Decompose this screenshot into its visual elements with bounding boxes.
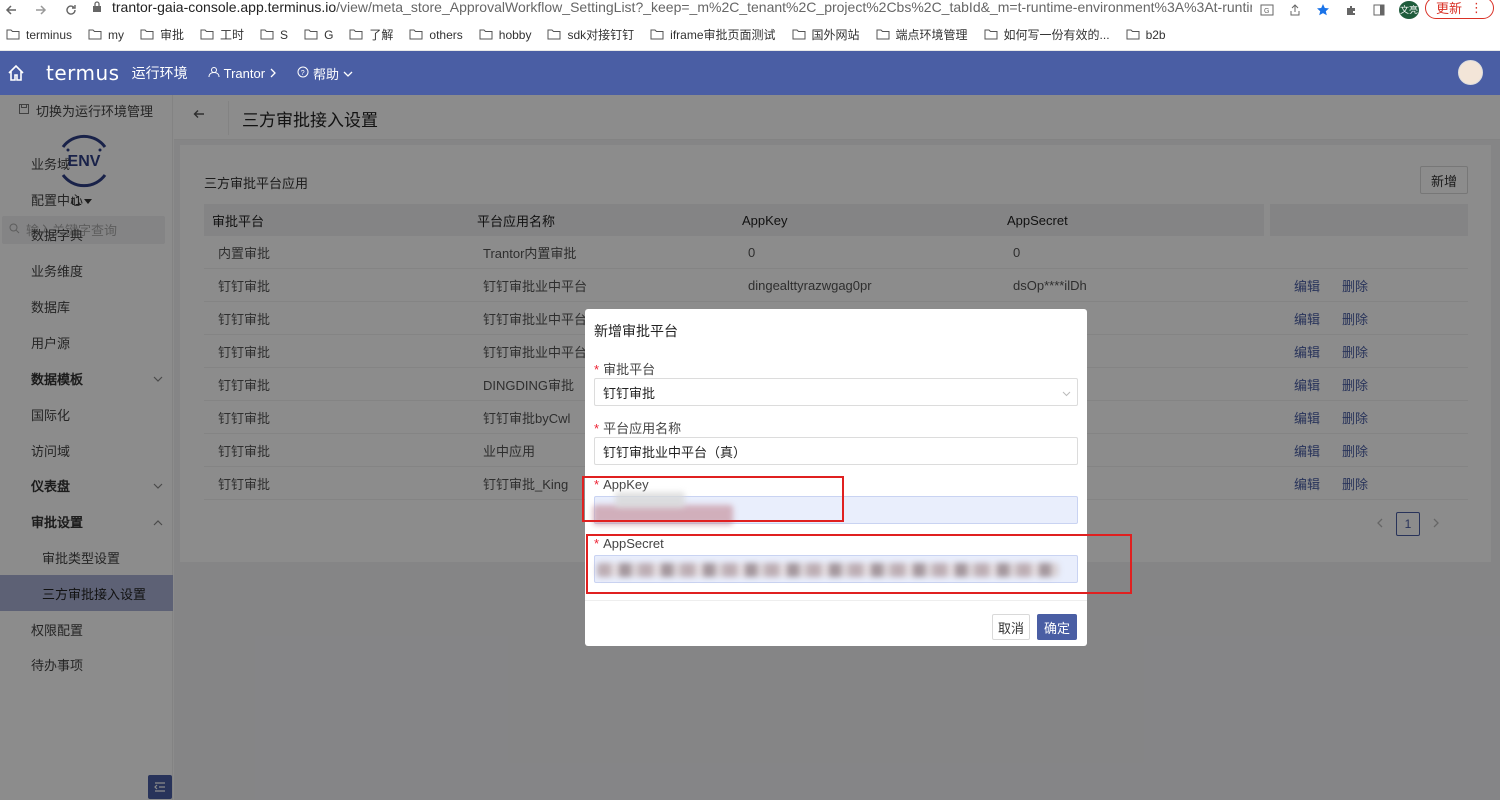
lock-icon (92, 1, 102, 13)
forward-arrow-icon[interactable] (30, 0, 52, 19)
bookmark-label: 如何写一份有效的... (1003, 28, 1110, 42)
bookmark-label: sdk对接钉钉 (567, 28, 635, 42)
bookmark-label: 了解 (369, 28, 394, 42)
platform-select-value: 钉钉审批 (603, 385, 656, 401)
folder-icon (792, 29, 806, 40)
bookmark-label: 国外网站 (811, 28, 860, 42)
bookmark-label: S (280, 27, 289, 42)
confirm-button[interactable]: 确定 (1037, 614, 1077, 640)
bookmark-label: b2b (1145, 27, 1166, 42)
bookmark-item[interactable]: G (304, 28, 333, 42)
bookmark-item[interactable]: sdk对接钉钉 (547, 26, 634, 43)
nav-help[interactable]: ? 帮助 (297, 64, 353, 83)
user-avatar[interactable] (1458, 60, 1483, 85)
folder-icon (88, 29, 102, 40)
nav-trantor-label: Trantor (223, 65, 266, 81)
browser-toolbar: trantor-gaia-console.app.terminus.io/vie… (0, 0, 1500, 19)
bookmark-item[interactable]: iframe审批页面测试 (650, 26, 776, 43)
cancel-button[interactable]: 取消 (992, 614, 1030, 640)
bookmark-item[interactable]: S (260, 28, 288, 42)
folder-icon (6, 29, 20, 40)
bookmark-item[interactable]: hobby (479, 27, 532, 42)
modal-footer: 取消 确定 (585, 600, 1087, 646)
url-path: /view/meta_store_ApprovalWorkflow_Settin… (336, 0, 1252, 15)
folder-icon (547, 29, 561, 40)
translate-icon[interactable]: G (1253, 0, 1281, 19)
update-label: 更新 (1435, 1, 1462, 16)
appname-input[interactable]: 钉钉审批业中平台（真） (594, 437, 1078, 465)
folder-icon (479, 29, 493, 40)
folder-icon (260, 29, 274, 40)
appname-input-value: 钉钉审批业中平台（真） (603, 444, 747, 460)
folder-icon (409, 29, 423, 40)
back-arrow-icon[interactable] (0, 0, 22, 19)
bookmark-label: 审批 (160, 28, 185, 42)
folder-icon (304, 29, 318, 40)
share-icon[interactable] (1281, 0, 1309, 19)
url-host: trantor-gaia-console.app.terminus.io (112, 0, 337, 15)
bookmark-label: iframe审批页面测试 (670, 28, 776, 42)
folder-icon (876, 29, 890, 40)
bookmark-item[interactable]: others (409, 27, 463, 42)
question-circle-icon: ? (297, 66, 309, 81)
app-header: termus 运行环境 Trantor ? 帮助 (0, 51, 1500, 95)
reload-icon[interactable] (60, 0, 82, 19)
bookmark-label: 工时 (220, 28, 245, 42)
bookmark-item[interactable]: 审批 (140, 26, 184, 43)
svg-text:?: ? (301, 70, 305, 77)
bookmark-item[interactable]: my (88, 28, 124, 42)
folder-icon (1126, 29, 1140, 40)
bookmark-label: others (429, 27, 463, 42)
folder-icon (200, 29, 214, 40)
terminus-logo: termus (46, 61, 120, 85)
env-title: 运行环境 (131, 65, 188, 81)
svg-text:G: G (1264, 8, 1269, 15)
home-icon[interactable] (0, 64, 32, 82)
platform-select[interactable]: 钉钉审批 (594, 378, 1078, 406)
bookmark-label: my (108, 27, 125, 42)
chevron-down-icon (1062, 385, 1071, 400)
annotation-box-appsecret (586, 534, 1132, 594)
update-button[interactable]: 更新 ⋮ (1424, 0, 1494, 19)
chevron-right-icon (269, 66, 277, 81)
nav-help-label: 帮助 (313, 66, 340, 82)
folder-icon (349, 29, 363, 40)
bookmarks-bar: terminus my 审批 工时 S G 了解 others hobby sdk对接钉钉 ifra… (0, 19, 1500, 51)
extensions-icon[interactable] (1337, 0, 1365, 19)
bookmark-item[interactable]: terminus (6, 28, 72, 42)
user-outline-icon (208, 66, 220, 81)
sidepanel-icon[interactable] (1365, 0, 1393, 19)
bookmark-item[interactable]: 国外网站 (792, 26, 860, 43)
more-vert-icon: ⋮ (1470, 0, 1483, 15)
bookmark-label: 端点环境管理 (895, 28, 968, 42)
bookmark-item[interactable]: 工时 (200, 26, 244, 43)
modal-title: 新增审批平台 (594, 323, 678, 339)
profile-avatar[interactable]: 文亮 (1398, 0, 1419, 19)
bookmark-item[interactable]: 端点环境管理 (876, 26, 968, 43)
bookmark-label: hobby (498, 27, 532, 42)
bookmark-item[interactable]: 了解 (349, 26, 393, 43)
bookmark-label: G (324, 27, 334, 42)
browser-actions: G 文亮 更新 ⋮ (1253, 0, 1500, 19)
bookmark-item[interactable]: 如何写一份有效的... (984, 26, 1110, 43)
appname-field-label: * 平台应用名称 (594, 421, 682, 436)
star-bookmark-icon[interactable] (1309, 0, 1337, 19)
chevron-down-icon (343, 66, 353, 81)
folder-icon (140, 29, 154, 40)
platform-field-label: * 审批平台 (594, 362, 656, 377)
bookmark-item[interactable]: b2b (1126, 28, 1166, 42)
bookmark-label: terminus (26, 27, 73, 42)
address-bar[interactable]: trantor-gaia-console.app.terminus.io/vie… (92, 0, 1252, 18)
annotation-box-appkey (582, 476, 844, 522)
nav-trantor[interactable]: Trantor (208, 66, 277, 81)
folder-icon (984, 29, 998, 40)
folder-icon (650, 29, 664, 40)
